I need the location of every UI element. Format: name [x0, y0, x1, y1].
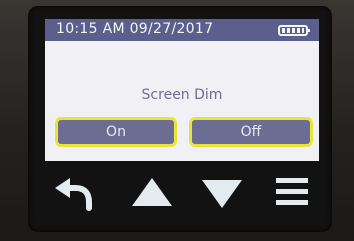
battery-level-fill: [282, 28, 304, 33]
on-button-label: On: [106, 124, 126, 140]
back-button[interactable]: [44, 164, 104, 220]
display-screen: 10:15 AM 09/27/2017 Screen Dim On Off: [45, 19, 319, 161]
off-button[interactable]: Off: [189, 117, 313, 147]
battery-icon: [278, 25, 310, 36]
device-body: 10:15 AM 09/27/2017 Screen Dim On Off: [0, 0, 354, 241]
off-button-label: Off: [240, 124, 262, 140]
hardware-controls: [40, 164, 320, 224]
menu-icon: [276, 178, 308, 205]
down-button[interactable]: [192, 164, 252, 220]
on-button[interactable]: On: [55, 117, 177, 147]
back-arrow-icon: [55, 178, 92, 211]
datetime-text: 10:15 AM 09/27/2017: [56, 21, 214, 37]
triangle-up-icon: [132, 178, 172, 206]
status-bar: 10:15 AM 09/27/2017: [45, 19, 319, 41]
triangle-down-icon: [202, 180, 242, 208]
up-button[interactable]: [122, 164, 182, 220]
dialog-title: Screen Dim: [141, 87, 223, 103]
menu-button[interactable]: [262, 164, 322, 220]
